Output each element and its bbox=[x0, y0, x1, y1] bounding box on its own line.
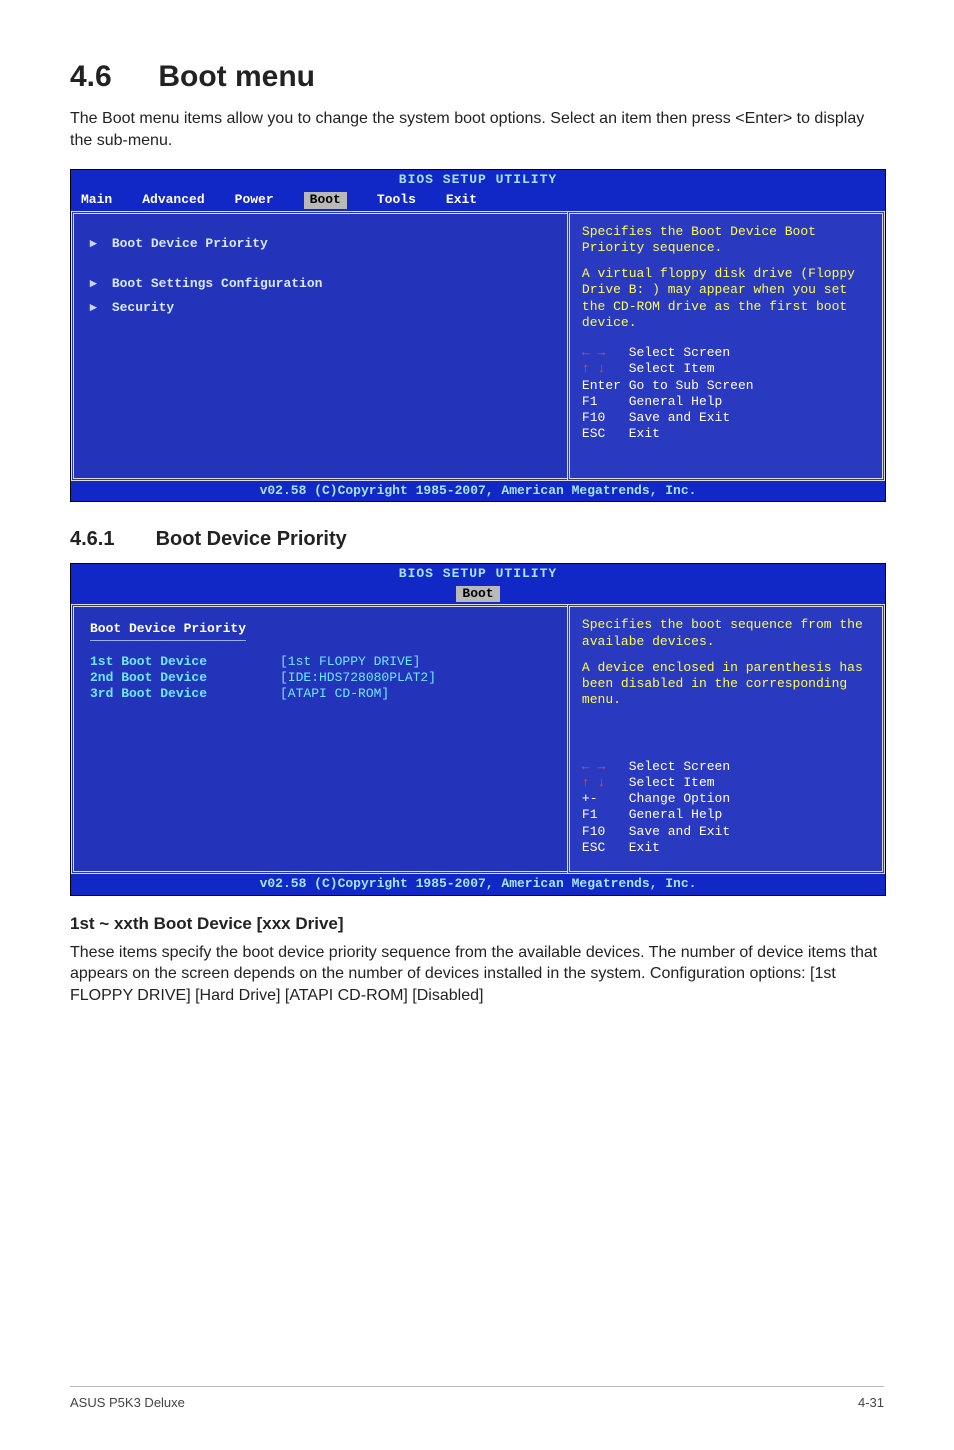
page-footer: ASUS P5K3 Deluxe 4-31 bbox=[70, 1386, 884, 1410]
bios2-footer: v02.58 (C)Copyright 1985-2007, American … bbox=[71, 874, 885, 894]
subsection-number: 4.6.1 bbox=[70, 528, 150, 551]
bios1-key-f10: Save and Exit bbox=[629, 410, 730, 425]
bios1-key-selectscreen: Select Screen bbox=[629, 345, 730, 360]
arrows-lr-icon: ← → bbox=[582, 345, 605, 360]
bios1-item-bootpriority: Boot Device Priority bbox=[112, 236, 268, 251]
subsection-title-text: Boot Device Priority bbox=[156, 528, 347, 550]
bios2-row2-label: 2nd Boot Device bbox=[90, 670, 280, 686]
bios-screen-bootdevicepriority: BIOS SETUP UTILITY Boot Boot Device Prio… bbox=[70, 563, 886, 896]
bios1-menubar: Main Advanced Power Boot Tools Exit bbox=[71, 190, 885, 210]
bios1-item-bootsettings: Boot Settings Configuration bbox=[112, 276, 323, 291]
bios2-row3-label: 3rd Boot Device bbox=[90, 686, 280, 702]
section-number: 4.6 bbox=[70, 60, 150, 94]
bios2-left-pane: Boot Device Priority 1st Boot Device [1s… bbox=[71, 604, 567, 874]
table-row: 2nd Boot Device [IDE:HDS728080PLAT2] bbox=[90, 670, 551, 686]
section-title-text: Boot menu bbox=[158, 60, 315, 93]
arrows-ud-icon: ↑ ↓ bbox=[582, 775, 605, 790]
table-row: 3rd Boot Device [ATAPI CD-ROM] bbox=[90, 686, 551, 702]
submenu-marker-icon: ▸ bbox=[90, 276, 104, 292]
submenu-marker-icon: ▸ bbox=[90, 236, 104, 252]
bios1-key-enter: Go to Sub Screen bbox=[629, 378, 754, 393]
bios1-tab-tools: Tools bbox=[377, 192, 416, 208]
bios1-tab-boot: Boot bbox=[304, 192, 347, 208]
bios2-help-body: A device enclosed in parenthesis has bee… bbox=[582, 660, 870, 709]
bios1-key-help: ← → Select Screen ↑ ↓ Select Item Enter … bbox=[582, 345, 870, 443]
bios1-key-f1: General Help bbox=[629, 394, 723, 409]
bios1-help-body: A virtual floppy disk drive (Floppy Driv… bbox=[582, 266, 870, 331]
bios2-key-f10: Save and Exit bbox=[629, 824, 730, 839]
bios2-key-help: ← → Select Screen ↑ ↓ Select Item +- Cha… bbox=[582, 759, 870, 857]
bios2-key-selectitem: Select Item bbox=[629, 775, 715, 790]
footer-right: 4-31 bbox=[858, 1395, 884, 1410]
bios2-key-plusminus: Change Option bbox=[629, 791, 730, 806]
bios2-menubar: Boot bbox=[71, 584, 885, 604]
bios1-key-esc: Exit bbox=[629, 426, 660, 441]
bios2-row2-value: [IDE:HDS728080PLAT2] bbox=[280, 670, 436, 686]
bios2-row1-value: [1st FLOPPY DRIVE] bbox=[280, 654, 420, 670]
bios1-tab-main: Main bbox=[81, 192, 112, 208]
bios1-right-pane: Specifies the Boot Device Boot Priority … bbox=[567, 211, 885, 481]
bios2-row1-label: 1st Boot Device bbox=[90, 654, 280, 670]
bios1-tab-advanced: Advanced bbox=[142, 192, 204, 208]
submenu-marker-icon: ▸ bbox=[90, 300, 104, 316]
section-intro: The Boot menu items allow you to change … bbox=[70, 108, 884, 151]
bios2-right-pane: Specifies the boot sequence from the ava… bbox=[567, 604, 885, 874]
section-heading: 4.6 Boot menu bbox=[70, 60, 884, 94]
bios1-title: BIOS SETUP UTILITY bbox=[71, 170, 885, 190]
bios2-key-esc: Exit bbox=[629, 840, 660, 855]
bios1-help-top: Specifies the Boot Device Boot Priority … bbox=[582, 224, 870, 257]
arrows-lr-icon: ← → bbox=[582, 759, 605, 774]
bios1-key-selectitem: Select Item bbox=[629, 361, 715, 376]
bios2-title: BIOS SETUP UTILITY bbox=[71, 564, 885, 584]
bios2-key-selectscreen: Select Screen bbox=[629, 759, 730, 774]
bios2-row3-value: [ATAPI CD-ROM] bbox=[280, 686, 389, 702]
subsection-heading: 4.6.1 Boot Device Priority bbox=[70, 528, 884, 551]
bios1-tab-exit: Exit bbox=[446, 192, 477, 208]
bios1-tab-power: Power bbox=[235, 192, 274, 208]
bios-screen-bootmenu: BIOS SETUP UTILITY Main Advanced Power B… bbox=[70, 169, 886, 502]
bios2-tab-boot: Boot bbox=[456, 586, 499, 602]
option-body: These items specify the boot device prio… bbox=[70, 942, 884, 1007]
arrows-ud-icon: ↑ ↓ bbox=[582, 361, 605, 376]
bios1-item-security: Security bbox=[112, 300, 174, 315]
table-row: 1st Boot Device [1st FLOPPY DRIVE] bbox=[90, 654, 551, 670]
bios2-help-top: Specifies the boot sequence from the ava… bbox=[582, 617, 870, 650]
option-heading: 1st ~ xxth Boot Device [xxx Drive] bbox=[70, 914, 884, 934]
bios2-key-f1: General Help bbox=[629, 807, 723, 822]
bios1-footer: v02.58 (C)Copyright 1985-2007, American … bbox=[71, 481, 885, 501]
bios1-left-pane: ▸ Boot Device Priority ▸ Boot Settings C… bbox=[71, 211, 567, 481]
bios2-heading: Boot Device Priority bbox=[90, 621, 246, 637]
footer-left: ASUS P5K3 Deluxe bbox=[70, 1395, 185, 1410]
